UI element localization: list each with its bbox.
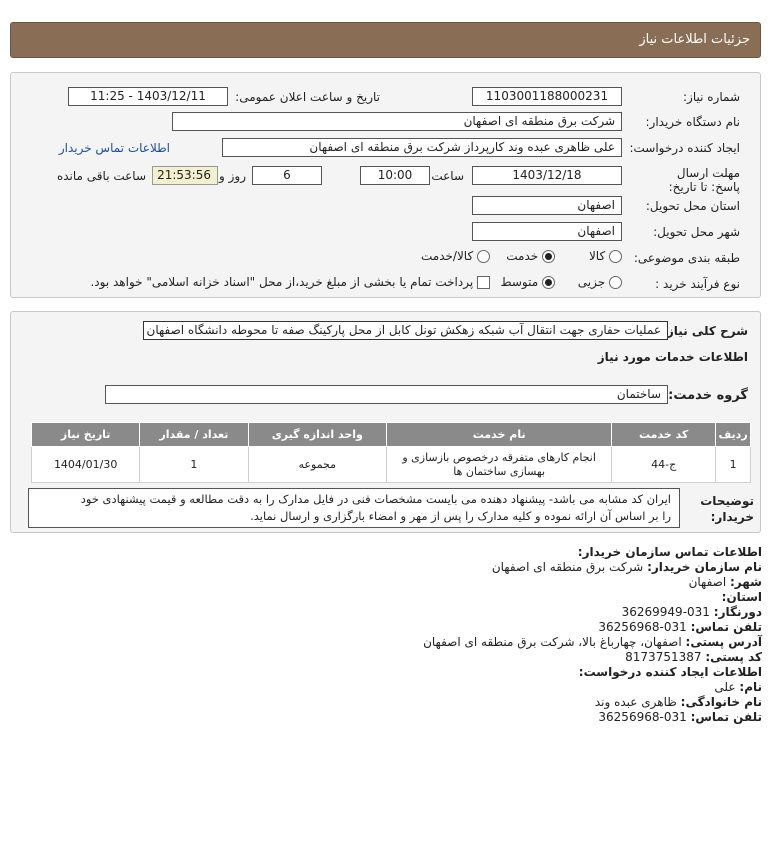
org-contact-heading: اطلاعات تماس سازمان خریدار: <box>577 545 762 559</box>
cell-service-code: ج-44 <box>611 446 717 483</box>
buyer-notes-label: توضیحات خریدار: <box>700 494 754 524</box>
contact-province-line: استان: <box>721 590 762 604</box>
province-label: استان محل تحویل: <box>645 199 740 213</box>
cell-unit: مجموعه <box>247 446 388 483</box>
treasury-payment-checkbox[interactable] <box>477 276 490 289</box>
city-field[interactable]: اصفهان <box>472 222 622 241</box>
city-label: شهر محل تحویل: <box>653 225 740 239</box>
category-service-option[interactable]: خدمت <box>506 249 555 263</box>
col-need-date: تاریخ نیاز <box>30 422 141 447</box>
table-row[interactable]: 1 ج-44 انجام کارهای متفرقه درخصوص بازساز… <box>30 446 751 483</box>
services-heading: اطلاعات خدمات مورد نیاز <box>597 350 748 364</box>
buyer-org-field[interactable]: شرکت برق منطقه ای اصفهان <box>172 112 622 131</box>
service-group-label: گروه خدمت: <box>668 388 748 403</box>
process-type-label: نوع فرآیند خرید : <box>655 277 740 291</box>
process-minor-option[interactable]: جزیی <box>578 275 622 289</box>
service-group-field[interactable]: ساختمان <box>105 385 668 404</box>
col-quantity: تعداد / مقدار <box>139 422 249 447</box>
process-medium-option[interactable]: متوسط <box>500 275 555 289</box>
buyer-org-label: نام دستگاه خریدار: <box>645 115 741 129</box>
radio-service-selected[interactable] <box>542 250 555 263</box>
buyer-notes-line-2: را بر اساس آن ارائه نموده و کلیه مدارک ر… <box>250 509 671 523</box>
col-row: ردیف <box>715 422 751 447</box>
radio-medium-selected[interactable] <box>542 276 555 289</box>
col-service-code: کد خدمت <box>611 422 717 447</box>
deadline-label: مهلت ارسال پاسخ: تا تاریخ: <box>668 166 740 194</box>
page-title: جزئیات اطلاعات نیاز <box>10 22 761 58</box>
need-number-field[interactable]: 1103001188000231 <box>472 87 622 106</box>
requester-field[interactable]: علی ظاهری عبده وند کارپرداز شرکت برق منط… <box>222 138 622 157</box>
remaining-time-label: ساعت باقی مانده <box>56 169 146 183</box>
contact-postal-line: کد پستی: 8173751387 <box>625 650 762 664</box>
cell-quantity: 1 <box>139 446 249 483</box>
category-goods-option[interactable]: کالا <box>589 249 622 263</box>
cell-row: 1 <box>715 446 751 483</box>
buyer-name-line: نام سازمان خریدار: شرکت برق منطقه ای اصف… <box>491 560 762 574</box>
creator-first-name-line: نام: علی <box>714 680 762 694</box>
category-goods-service-option[interactable]: کالا/خدمت <box>421 249 490 263</box>
radio-minor[interactable] <box>609 276 622 289</box>
remaining-days-field[interactable]: 6 <box>252 166 322 185</box>
contact-city-line: شهر: اصفهان <box>688 575 762 589</box>
contact-phone-line: تلفن تماس: 031-36256968 <box>598 620 762 634</box>
general-description-label: شرح کلی نیاز: <box>662 324 748 338</box>
radio-goods[interactable] <box>609 250 622 263</box>
treasury-payment-option[interactable]: پرداخت تمام یا بخشی از مبلغ خرید،از محل … <box>90 275 490 289</box>
contact-fax-line: دورنگار: 031-36269949 <box>621 605 762 619</box>
days-label: روز و <box>219 169 246 183</box>
category-label: طبقه بندی موضوعی: <box>633 251 740 265</box>
announce-datetime-label: تاریخ و ساعت اعلان عمومی: <box>235 90 380 104</box>
col-service-name: نام خدمت <box>386 422 613 447</box>
creator-last-name-line: نام خانوادگی: ظاهری عبده وند <box>594 695 762 709</box>
cell-service-name: انجام کارهای متفرقه درخصوص بازسازی و بهس… <box>386 446 613 483</box>
radio-goods-service[interactable] <box>477 250 490 263</box>
cell-need-date: 1404/01/30 <box>30 446 141 483</box>
buyer-notes-line-1: ایران کد مشابه می باشد- پیشنهاد دهنده می… <box>80 492 671 506</box>
deadline-time-field[interactable]: 10:00 <box>360 166 430 185</box>
requester-label: ایجاد کننده درخواست: <box>629 141 740 155</box>
buyer-notes-box: ایران کد مشابه می باشد- پیشنهاد دهنده می… <box>28 488 680 528</box>
province-field[interactable]: اصفهان <box>472 196 622 215</box>
creator-phone-line: تلفن تماس: 031-36256968 <box>598 710 762 724</box>
remaining-time-field: 21:53:56 <box>152 166 218 185</box>
creator-heading: اطلاعات ایجاد کننده درخواست: <box>578 665 762 679</box>
general-description-field[interactable]: عملیات حفاری جهت انتقال آب شبکه زهکش تون… <box>143 321 668 340</box>
need-number-label: شماره نیاز: <box>683 90 740 104</box>
buyer-contact-link[interactable]: اطلاعات تماس خریدار <box>59 141 170 155</box>
announce-datetime-field[interactable]: 1403/12/11 - 11:25 <box>68 87 228 106</box>
deadline-date-field[interactable]: 1403/12/18 <box>472 166 622 185</box>
deadline-time-label: ساعت <box>431 169 464 183</box>
contact-address-line: آدرس پستی: اصفهان، چهارباغ بالا، شرکت بر… <box>423 635 762 649</box>
services-table: ردیف کد خدمت نام خدمت واحد اندازه گیری ت… <box>30 422 751 483</box>
col-unit: واحد اندازه گیری <box>247 422 388 447</box>
need-details-panel: شماره نیاز: 1103001188000231 تاریخ و ساع… <box>10 72 761 298</box>
